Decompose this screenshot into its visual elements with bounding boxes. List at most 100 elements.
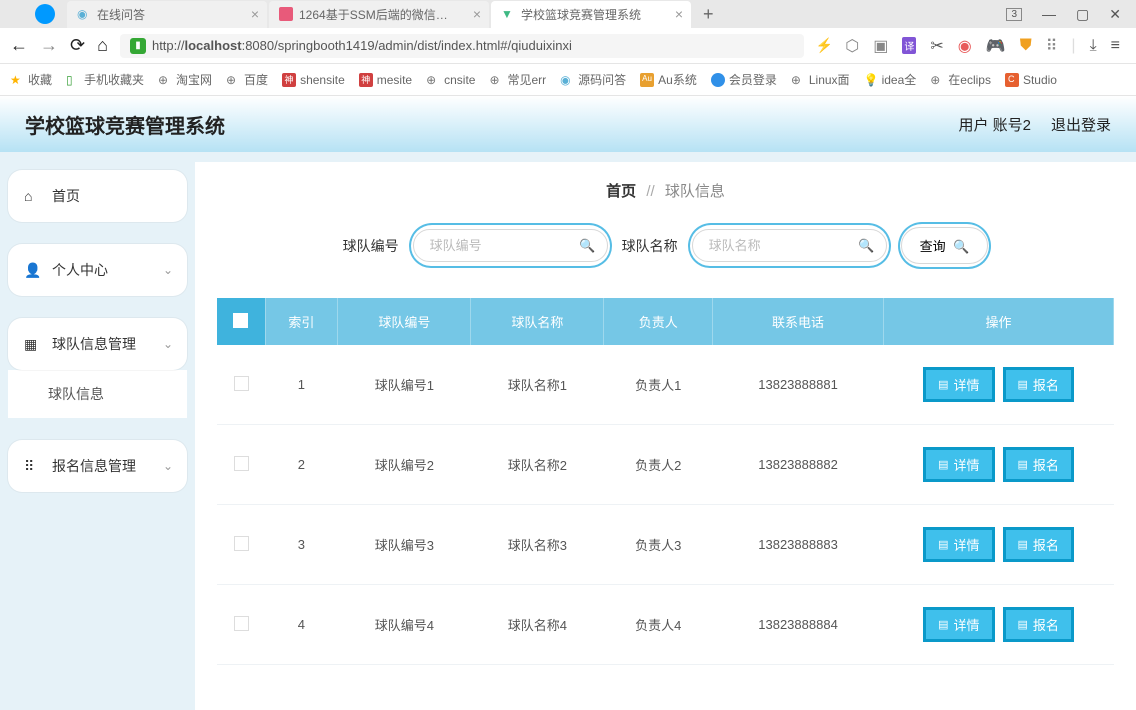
- breadcrumb-home[interactable]: 首页: [606, 183, 636, 200]
- reload-button[interactable]: ⟳: [70, 35, 85, 56]
- signup-button[interactable]: ▤报名: [1003, 527, 1074, 562]
- au-icon: Au: [640, 73, 654, 87]
- bookmark-item[interactable]: ⊕在eclips: [930, 71, 991, 88]
- menu-icon[interactable]: ≡: [1111, 37, 1120, 55]
- bookmark-item[interactable]: AuAu系统: [640, 71, 697, 88]
- browser-profile-icon[interactable]: [35, 4, 55, 24]
- bookmark-item[interactable]: 神shensite: [282, 73, 345, 87]
- detail-button[interactable]: ▤详情: [923, 367, 994, 402]
- signup-button[interactable]: ▤报名: [1003, 607, 1074, 642]
- cell-code: 球队编号2: [338, 425, 471, 505]
- signup-button[interactable]: ▤报名: [1003, 447, 1074, 482]
- cell-phone: 13823888881: [713, 345, 884, 425]
- new-tab-button[interactable]: +: [693, 4, 724, 25]
- sidebar-item-personal[interactable]: 👤 个人中心 ⌄: [8, 244, 187, 296]
- bookmark-item[interactable]: CStudio: [1005, 73, 1057, 87]
- sidebar-item-home[interactable]: ⌂ 首页: [8, 170, 187, 222]
- cell-code: 球队编号3: [338, 505, 471, 585]
- globe-icon: ⊕: [226, 73, 240, 87]
- bookmark-item[interactable]: 神 mesite: [359, 73, 412, 87]
- bookmark-label: idea全: [882, 71, 917, 88]
- network-icon[interactable]: ◉: [958, 36, 972, 56]
- sidebar: ⌂ 首页 👤 个人中心 ⌄ ▦ 球队信息管理 ⌄ 球队信息 ⠿ 报名信息管理 ⌄: [0, 152, 195, 710]
- cell-phone: 13823888882: [713, 425, 884, 505]
- chevron-down-icon: ⌄: [163, 337, 173, 351]
- bookmark-item[interactable]: ⊕常见err: [489, 71, 546, 88]
- close-window-icon[interactable]: ✕: [1109, 6, 1121, 23]
- bookmark-label: 在eclips: [948, 71, 991, 88]
- logout-link[interactable]: 退出登录: [1051, 114, 1111, 135]
- team-code-input[interactable]: [413, 229, 608, 262]
- doc-icon: ▤: [1018, 458, 1028, 471]
- sidebar-item-label: 报名信息管理: [52, 456, 136, 476]
- bolt-icon[interactable]: ⚡: [816, 37, 833, 54]
- studio-icon: C: [1005, 73, 1019, 87]
- bookmark-label: 源码问答: [578, 71, 626, 88]
- select-all-checkbox[interactable]: [233, 313, 248, 328]
- url-text: http://localhost:8080/springbooth1419/ad…: [152, 38, 572, 53]
- bookmark-item[interactable]: ⊕百度: [226, 71, 268, 88]
- close-tab-icon[interactable]: ×: [473, 6, 481, 22]
- bookmark-item[interactable]: 会员登录: [711, 71, 777, 88]
- table-row: 3球队编号3球队名称3负责人313823888883▤详情▤报名: [217, 505, 1114, 585]
- cell-ops: ▤详情 ▤报名: [884, 505, 1114, 585]
- apps-icon[interactable]: ⠿: [1046, 36, 1058, 56]
- sidebar-item-label: 球队信息管理: [52, 334, 136, 354]
- close-tab-icon[interactable]: ×: [251, 6, 259, 22]
- header-checkbox-cell: [217, 298, 265, 345]
- home-button[interactable]: ⌂: [97, 35, 108, 56]
- bookmark-item[interactable]: 💡idea全: [864, 71, 917, 88]
- query-button[interactable]: 查询 🔍: [901, 227, 989, 264]
- doc-icon: ▤: [938, 618, 948, 631]
- browser-tab[interactable]: ▼学校篮球竞赛管理系统×: [491, 1, 691, 28]
- detail-button[interactable]: ▤详情: [923, 447, 994, 482]
- row-checkbox[interactable]: [234, 376, 249, 391]
- gamepad-icon[interactable]: 🎮: [986, 36, 1006, 56]
- bookmarks-bar: ★收藏 ▯手机收藏夹 ⊕淘宝网 ⊕百度神shensite 神 mesite ⊕cnsite ⊕…: [0, 64, 1136, 96]
- search-icon: 🔍: [953, 239, 969, 254]
- cell-owner: 负责人4: [604, 585, 713, 665]
- bookmark-label: mesite: [377, 73, 412, 87]
- translate-icon[interactable]: 译: [902, 37, 916, 54]
- minimize-icon[interactable]: —: [1042, 6, 1056, 22]
- detail-button[interactable]: ▤详情: [923, 607, 994, 642]
- shield-icon[interactable]: ⛊: [1020, 37, 1032, 55]
- bookmark-item[interactable]: ◉源码问答: [560, 71, 626, 88]
- row-checkbox[interactable]: [234, 616, 249, 631]
- bookmark-item[interactable]: ⊕淘宝网: [158, 71, 212, 88]
- download-icon[interactable]: ⤓: [1090, 37, 1097, 55]
- site-icon: 神: [359, 73, 373, 87]
- bookmark-item[interactable]: ▯手机收藏夹: [66, 71, 144, 88]
- window-count-badge: 3: [1006, 8, 1022, 21]
- row-checkbox[interactable]: [234, 536, 249, 551]
- cell-name: 球队名称4: [471, 585, 604, 665]
- sidebar-item-team-management[interactable]: ▦ 球队信息管理 ⌄: [8, 318, 187, 370]
- cell-index: 3: [265, 505, 338, 585]
- forward-button[interactable]: →: [40, 35, 58, 56]
- bookmark-item[interactable]: ⊕cnsite: [426, 73, 475, 87]
- close-tab-icon[interactable]: ×: [675, 6, 683, 22]
- maximize-icon[interactable]: ▢: [1076, 6, 1089, 23]
- sidebar-subitem-team-info[interactable]: 球队信息: [8, 370, 187, 418]
- breadcrumb-current: 球队信息: [665, 183, 725, 200]
- signup-button[interactable]: ▤报名: [1003, 367, 1074, 402]
- back-button[interactable]: ←: [10, 35, 28, 56]
- scissors-icon[interactable]: ✂: [930, 36, 943, 56]
- bookmark-item[interactable]: ⊕Linux面: [791, 71, 850, 88]
- header-name: 球队名称: [471, 298, 604, 345]
- tab-label: 学校篮球竞赛管理系统: [521, 6, 641, 23]
- search-icon: 🔍: [858, 238, 874, 254]
- browser-tab[interactable]: ◉在线问答×: [67, 1, 267, 28]
- main-content: 首页 // 球队信息 球队编号 🔍 球队名称 🔍 查询 🔍: [195, 162, 1136, 710]
- row-checkbox[interactable]: [234, 456, 249, 471]
- download-square-icon[interactable]: ▣: [873, 36, 888, 56]
- browser-tab[interactable]: 1264基于SSM后端的微信公…×: [269, 1, 489, 28]
- bookmark-item[interactable]: ★收藏: [10, 71, 52, 88]
- cell-owner: 负责人3: [604, 505, 713, 585]
- hexagon-icon[interactable]: ⬡: [845, 36, 859, 56]
- url-field[interactable]: ▮ http://localhost:8080/springbooth1419/…: [120, 34, 804, 58]
- team-name-input[interactable]: [692, 229, 887, 262]
- sidebar-item-signup-management[interactable]: ⠿ 报名信息管理 ⌄: [8, 440, 187, 492]
- home-icon: ⌂: [24, 188, 42, 204]
- detail-button[interactable]: ▤详情: [923, 527, 994, 562]
